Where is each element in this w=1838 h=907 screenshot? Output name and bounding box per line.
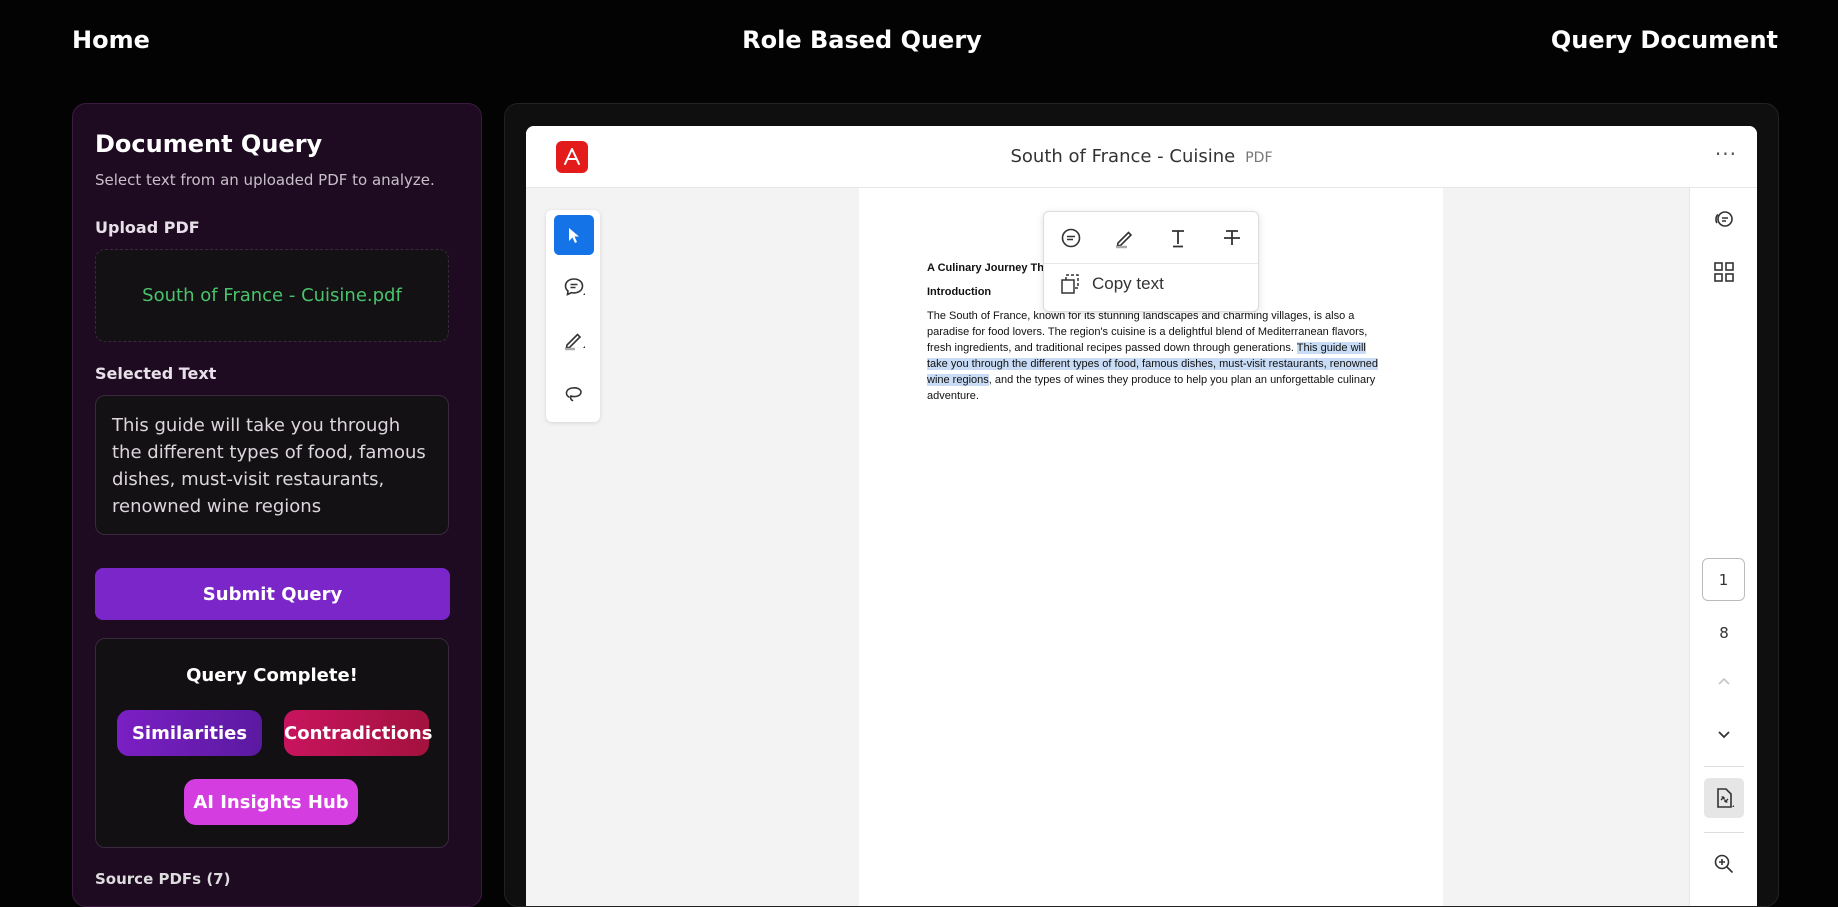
- upload-pdf-label: Upload PDF: [95, 218, 200, 237]
- rail-divider: [1704, 766, 1744, 767]
- query-complete-title: Query Complete!: [186, 665, 358, 686]
- highlighter-pen-icon: [1116, 231, 1133, 249]
- copy-icon: [1061, 274, 1079, 294]
- uploaded-file-name: South of France - Cuisine.pdf: [142, 285, 402, 306]
- total-pages: 8: [1719, 624, 1729, 642]
- document-type-tag: PDF: [1245, 150, 1273, 166]
- next-page-button[interactable]: [1704, 714, 1744, 754]
- page-fit-icon: [1717, 788, 1734, 808]
- grid-icon: [1714, 262, 1734, 282]
- panel-subtitle: Select text from an uploaded PDF to anal…: [95, 171, 435, 189]
- chevron-up-icon: [1718, 677, 1730, 685]
- comments-panel-button[interactable]: [1704, 200, 1744, 240]
- viewer-header: South of France - Cuisine PDF ···: [526, 126, 1757, 188]
- strikethrough-text-button[interactable]: [1216, 222, 1248, 254]
- panel-title: Document Query: [95, 130, 323, 158]
- top-nav: Home Role Based Query Query Document: [0, 0, 1838, 86]
- selected-text-label: Selected Text: [95, 364, 217, 383]
- copy-text-label: Copy text: [1092, 274, 1164, 293]
- chevron-down-icon: [1718, 731, 1730, 739]
- pdf-text-span: , and the types of wines they produce to…: [988, 374, 1376, 386]
- document-title-text: South of France - Cuisine: [1010, 146, 1236, 167]
- page-fit-button[interactable]: [1704, 778, 1744, 818]
- selection-context-menu: Copy text: [1043, 211, 1259, 312]
- comment-icon: [1061, 228, 1081, 248]
- thumbnails-button[interactable]: [1704, 252, 1744, 292]
- copy-text-button[interactable]: Copy text: [1058, 272, 1164, 296]
- viewer-body: A Culinary Journey Thro Introduction The…: [526, 188, 1757, 906]
- cursor-arrow-icon: [569, 228, 579, 243]
- source-pdfs-heading[interactable]: Source PDFs (7): [95, 870, 230, 888]
- pdf-selection-highlight: take you through the different types of …: [927, 358, 1379, 370]
- highlighter-pen-icon: [565, 333, 585, 351]
- pdf-selection-highlight: This guide will: [1296, 342, 1366, 354]
- pdf-viewer-panel: South of France - Cuisine PDF ··· A Culi…: [504, 103, 1779, 907]
- submit-query-button[interactable]: Submit Query: [95, 568, 450, 620]
- selection-action-row: [1044, 212, 1258, 264]
- lasso-tool-button[interactable]: [554, 373, 594, 413]
- selected-text-box[interactable]: This guide will take you through the dif…: [95, 395, 449, 535]
- rail-divider: [1704, 832, 1744, 833]
- pdf-text-line: adventure.: [927, 390, 979, 402]
- strikethrough-icon: [1224, 230, 1240, 245]
- highlight-text-button[interactable]: [1109, 222, 1141, 254]
- zoom-in-button[interactable]: [1704, 844, 1744, 884]
- upload-pdf-dropzone[interactable]: South of France - Cuisine.pdf: [95, 249, 449, 342]
- underline-text-button[interactable]: [1162, 222, 1194, 254]
- document-title: South of France - Cuisine PDF: [526, 146, 1757, 167]
- contradictions-button[interactable]: Contradictions: [284, 710, 432, 756]
- pdf-text-line: paradise for food lovers. The region's c…: [927, 326, 1368, 338]
- more-options-icon[interactable]: ···: [1715, 142, 1737, 166]
- query-result-card: Query Complete! Similarities Contradicti…: [95, 638, 449, 848]
- pdf-text-span: fresh ingredients, and traditional recip…: [927, 342, 1297, 354]
- pdf-selection-highlight: wine regions: [927, 374, 989, 386]
- pdf-text-line: take you through the different types of …: [927, 356, 1379, 372]
- current-page-input[interactable]: 1: [1702, 558, 1745, 601]
- viewer-right-rail: 1 8: [1689, 188, 1757, 906]
- annotation-toolbar: [546, 210, 600, 422]
- pdf-text-line: wine regions, and the types of wines the…: [927, 372, 1379, 388]
- add-comment-button[interactable]: [1055, 222, 1087, 254]
- previous-page-button[interactable]: [1704, 662, 1744, 702]
- ai-insights-hub-button[interactable]: AI Insights Hub: [184, 779, 358, 825]
- similarities-button[interactable]: Similarities: [117, 710, 262, 756]
- zoom-in-icon: [1714, 854, 1734, 874]
- text-underline-icon: [1172, 230, 1184, 248]
- comment-tool-button[interactable]: [554, 267, 594, 307]
- nav-query-document-link[interactable]: Query Document: [1551, 26, 1778, 54]
- nav-role-based-query-link[interactable]: Role Based Query: [0, 26, 1724, 54]
- comments-icon: [1715, 211, 1733, 227]
- highlight-tool-button[interactable]: [554, 320, 594, 360]
- lasso-icon: [565, 387, 582, 402]
- document-query-panel: Document Query Select text from an uploa…: [72, 103, 482, 907]
- comment-icon: [564, 278, 585, 296]
- select-tool-button[interactable]: [554, 215, 594, 255]
- pdf-text-line: fresh ingredients, and traditional recip…: [927, 340, 1379, 356]
- pdf-viewer: South of France - Cuisine PDF ··· A Culi…: [526, 126, 1757, 906]
